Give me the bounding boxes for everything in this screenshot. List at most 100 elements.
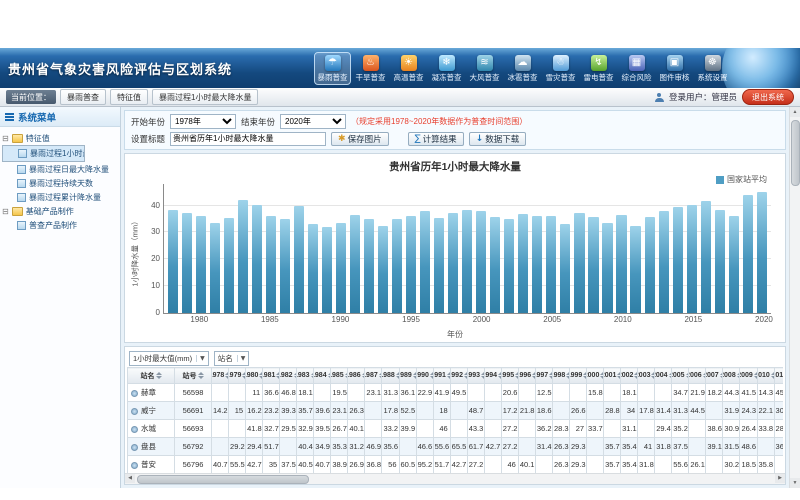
sidebar-item[interactable]: 暴雨过程1小时最大降水量 (2, 145, 85, 162)
column-header-year[interactable]: 1981 (263, 368, 280, 384)
column-header-year[interactable]: 2004 (655, 368, 672, 384)
calculate-button[interactable]: ∑ 计算结果 (408, 132, 464, 146)
breadcrumb-item[interactable]: 暴雨普查 (60, 89, 106, 105)
earth-globe-graphic (722, 48, 800, 88)
freeze-icon: ❄ (439, 55, 455, 71)
vertical-scroll-thumb[interactable] (791, 120, 800, 186)
scroll-right-arrow[interactable]: ▶ (775, 474, 785, 483)
column-header-year[interactable]: 2010 (757, 368, 774, 384)
column-header-year[interactable]: 1994 (484, 368, 501, 384)
column-header-year[interactable]: 1983 (297, 368, 314, 384)
nav-item-heat[interactable]: ☀高温普查 (391, 53, 426, 84)
breadcrumb-item[interactable]: 特征值 (110, 89, 148, 105)
column-header-year[interactable]: 1989 (399, 368, 416, 384)
column-header-year[interactable]: 2006 (689, 368, 706, 384)
column-header-year[interactable]: 2009 (740, 368, 757, 384)
column-header-year[interactable]: 1996 (518, 368, 535, 384)
bar-slot (320, 184, 334, 313)
column-header-year[interactable]: 1995 (501, 368, 518, 384)
scroll-up-arrow[interactable]: ▲ (790, 107, 800, 117)
value-cell: 27.2 (467, 456, 484, 474)
nav-item-snow[interactable]: ☃雪灾普查 (543, 53, 578, 84)
value-cell (229, 384, 246, 402)
nav-item-drought[interactable]: ♨干旱普查 (353, 53, 388, 84)
column-header-year[interactable]: 2003 (638, 368, 655, 384)
nav-item-wind[interactable]: ≋大风普查 (467, 53, 502, 84)
value-cell: 40.5 (297, 456, 314, 474)
column-header[interactable]: 站名 (128, 368, 175, 384)
sidebar-item[interactable]: 普查产品制作 (2, 218, 118, 232)
sidebar-item[interactable]: 暴雨过程累计降水量 (2, 190, 118, 204)
column-header-year[interactable]: 2008 (723, 368, 740, 384)
column-header-year[interactable]: 1986 (348, 368, 365, 384)
value-cell (552, 384, 569, 402)
expander-icon[interactable]: ⊟ (2, 207, 9, 216)
horizontal-scrollbar[interactable]: ◀ ▶ (125, 473, 785, 484)
sort-icons[interactable] (156, 372, 162, 379)
sidebar-item[interactable]: 暴雨过程日最大降水量 (2, 162, 118, 176)
column-header-year[interactable]: 1978 (212, 368, 229, 384)
tree-group-node[interactable]: ⊟特征值 (2, 131, 118, 145)
bar-slot (530, 184, 544, 313)
column-header[interactable]: 站号 (175, 368, 212, 384)
column-header-year[interactable]: 1992 (450, 368, 467, 384)
column-header-year[interactable]: 2005 (672, 368, 689, 384)
header-label: 2011 (776, 372, 783, 379)
save-image-button[interactable]: ✱ 保存图片 (331, 132, 389, 146)
value-cell: 95.2 (416, 456, 433, 474)
bar-slot (460, 184, 474, 313)
end-year-select[interactable]: 2020年 (280, 114, 346, 129)
data-download-button[interactable]: ↓ 数据下载 (469, 132, 527, 146)
value-cell: 43.3 (467, 420, 484, 438)
column-header-year[interactable]: 1984 (314, 368, 331, 384)
column-header-year[interactable]: 1982 (280, 368, 297, 384)
station-filter[interactable]: 站名 ▼ (214, 351, 250, 366)
breadcrumb-item[interactable]: 暴雨过程1小时最大降水量 (152, 89, 258, 105)
bar-1999 (462, 210, 472, 313)
column-header-year[interactable]: 2001 (604, 368, 621, 384)
chart-title-input[interactable] (170, 132, 326, 146)
scroll-left-arrow[interactable]: ◀ (125, 474, 135, 483)
column-header-year[interactable]: 1988 (382, 368, 399, 384)
column-header-year[interactable]: 1991 (433, 368, 450, 384)
sidebar-item[interactable]: 暴雨过程持续天数 (2, 176, 118, 190)
column-header-year[interactable]: 1997 (535, 368, 552, 384)
value-type-filter[interactable]: 1小时最大值(mm) ▼ (129, 351, 209, 366)
x-tick-label: 1980 (190, 315, 208, 324)
value-cell: 46.8 (280, 384, 297, 402)
vertical-scrollbar[interactable]: ▲ ▼ (789, 107, 800, 488)
column-header-year[interactable]: 2007 (706, 368, 723, 384)
nav-item-lightning[interactable]: ↯雷电普查 (581, 53, 616, 84)
column-header-year[interactable]: 2011 (774, 368, 783, 384)
value-cell: 37.5 (280, 456, 297, 474)
bar-2005 (546, 216, 556, 313)
nav-item-rainstorm[interactable]: ☂暴雨普查 (315, 53, 350, 84)
nav-item-composite-risk[interactable]: ▦综合风险 (619, 53, 654, 84)
expander-icon[interactable]: ⊟ (2, 134, 9, 143)
bar-slot (222, 184, 236, 313)
nav-item-map-review[interactable]: ▣图件审核 (657, 53, 692, 84)
column-header-year[interactable]: 1999 (569, 368, 586, 384)
nav-item-freeze[interactable]: ❄凝冻普查 (429, 53, 464, 84)
legend-swatch (716, 176, 724, 184)
start-year-select[interactable]: 1978年 (170, 114, 236, 129)
value-cell: 30.5 (774, 402, 783, 420)
nav-item-settings[interactable]: ☸系统设置 (695, 53, 730, 84)
column-header-year[interactable]: 1985 (331, 368, 348, 384)
nav-item-hail[interactable]: ☁冰雹普查 (505, 53, 540, 84)
scroll-down-arrow[interactable]: ▼ (790, 478, 800, 488)
column-header-year[interactable]: 1987 (365, 368, 382, 384)
tree-group-node[interactable]: ⊟基础产品制作 (2, 204, 118, 218)
column-header-year[interactable]: 2000 (587, 368, 604, 384)
column-header-year[interactable]: 1979 (229, 368, 246, 384)
sort-icons[interactable] (198, 372, 204, 379)
horizontal-scroll-thumb[interactable] (137, 475, 309, 484)
column-header-year[interactable]: 1980 (246, 368, 263, 384)
column-header-year[interactable]: 1998 (552, 368, 569, 384)
column-header-year[interactable]: 1993 (467, 368, 484, 384)
column-header-year[interactable]: 1990 (416, 368, 433, 384)
station-id-cell: 56792 (175, 438, 212, 456)
logout-button[interactable]: 退出系统 (742, 89, 794, 105)
column-header-year[interactable]: 2002 (621, 368, 638, 384)
y-tick-label: 40 (151, 201, 160, 210)
